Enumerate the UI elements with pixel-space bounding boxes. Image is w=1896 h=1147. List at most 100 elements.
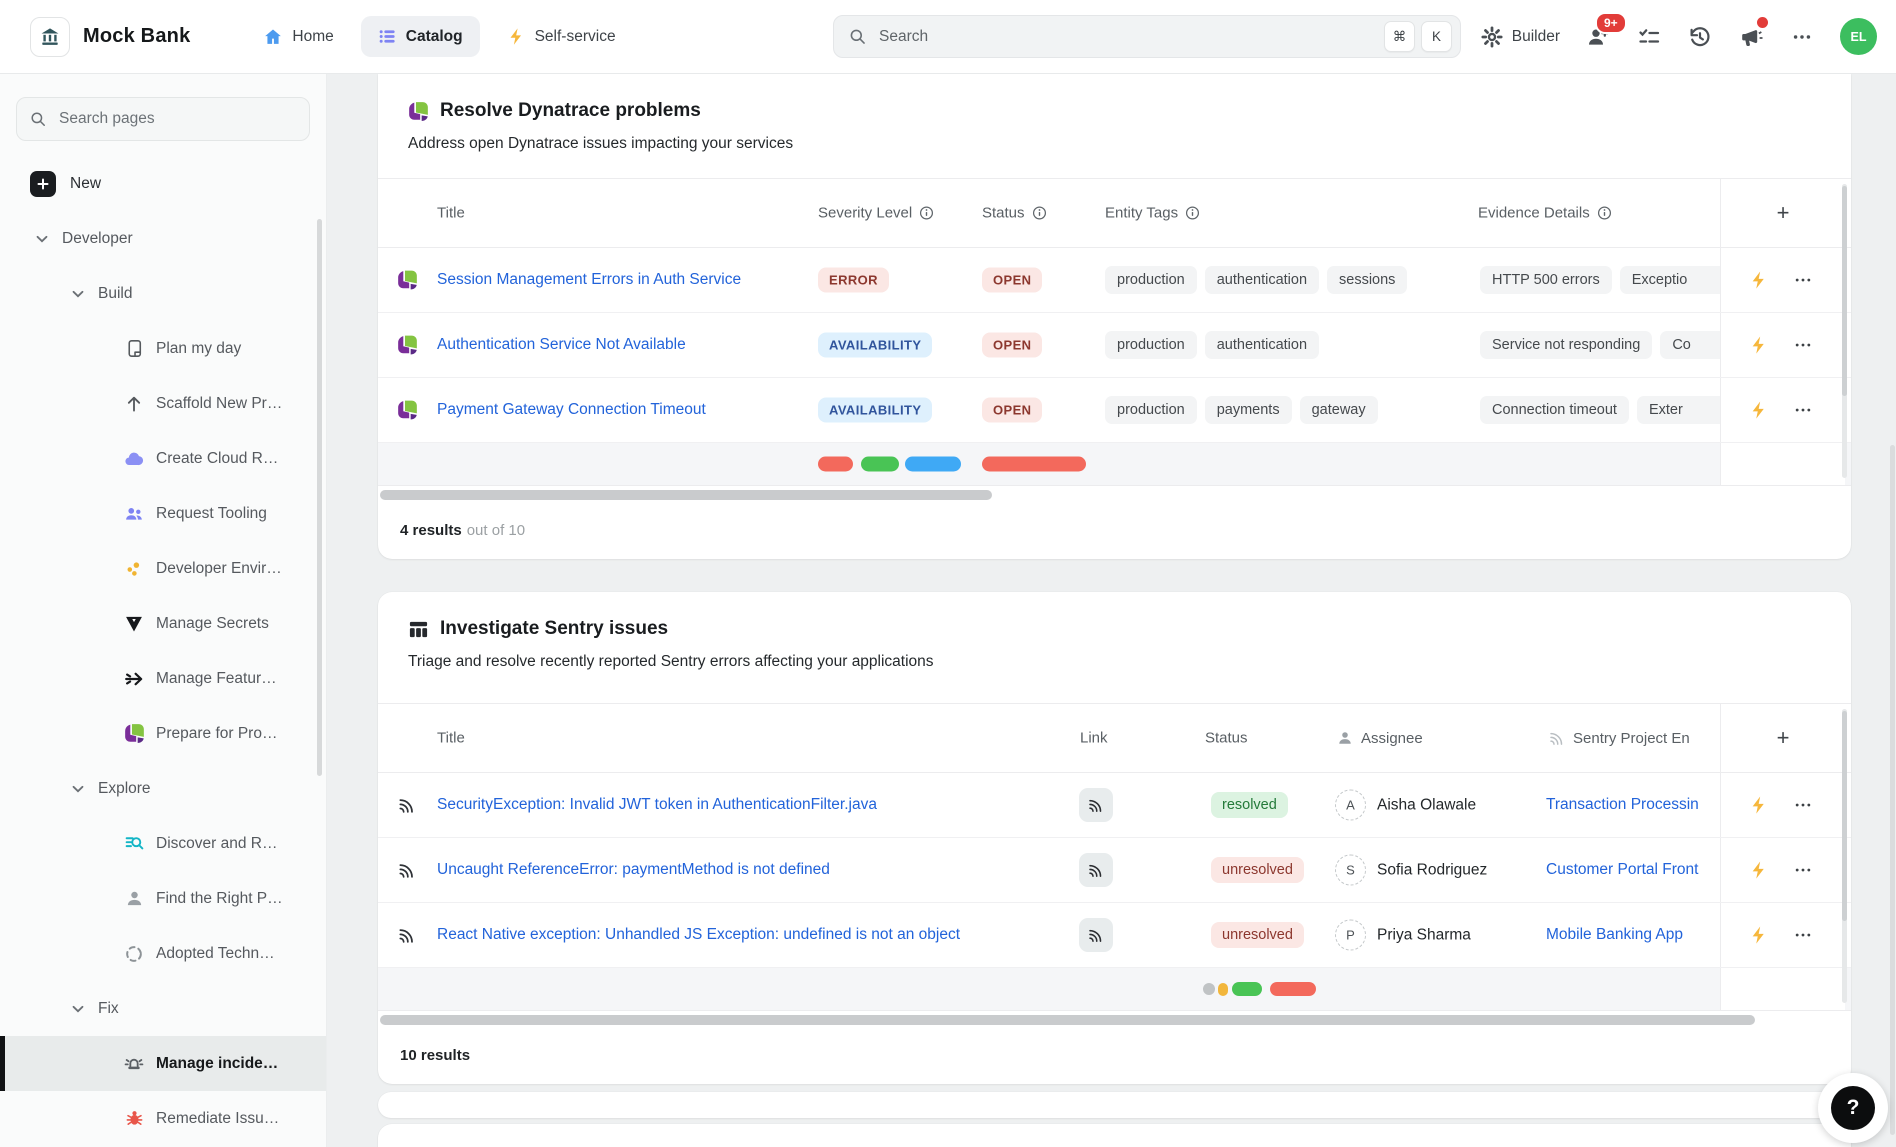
issue-title-link[interactable]: React Native exception: Unhandled JS Exc… (437, 926, 960, 943)
run-action-bolt-icon[interactable] (1749, 795, 1769, 815)
sidebar-item-scaffold-new-project[interactable]: Scaffold New Pr… (0, 376, 326, 431)
project-link[interactable]: Transaction Processin (1546, 796, 1699, 813)
user-avatar[interactable]: EL (1840, 18, 1877, 55)
sidebar-item-remediate-issues[interactable]: Remediate Issu… (0, 1091, 326, 1146)
table-row[interactable]: SecurityException: Invalid JWT token in … (378, 773, 1851, 838)
table-row[interactable]: Session Management Errors in Auth Servic… (378, 248, 1851, 313)
row-menu-icon[interactable] (1793, 335, 1813, 355)
run-action-bolt-icon[interactable] (1749, 925, 1769, 945)
sentry-link-button[interactable] (1079, 853, 1113, 887)
run-action-bolt-icon[interactable] (1749, 270, 1769, 290)
sidebar-search-input[interactable] (57, 109, 297, 129)
status-badge: OPEN (982, 398, 1042, 423)
next-widget-partial (378, 1092, 1851, 1118)
clipped-row-chips (818, 457, 1086, 472)
chevron-down-icon (36, 235, 48, 243)
sentry-icon (1548, 729, 1566, 747)
project-link[interactable]: Customer Portal Front (1546, 861, 1698, 878)
info-icon[interactable] (1185, 206, 1200, 221)
sidebar-item-prepare-for-production[interactable]: Prepare for Pro… (0, 706, 326, 761)
column-title[interactable]: Title (437, 205, 465, 222)
table-vertical-scrollbar-thumb[interactable] (1842, 186, 1847, 396)
sidebar-new-button[interactable]: New (0, 156, 326, 211)
column-evidence-details[interactable]: Evidence Details (1478, 205, 1590, 222)
sentry-link-button[interactable] (1079, 788, 1113, 822)
tasks-button[interactable] (1636, 24, 1662, 50)
sidebar-group-developer[interactable]: Developer (0, 211, 326, 266)
sidebar-item-developer-environments[interactable]: Developer Envir… (0, 541, 326, 596)
column-severity[interactable]: Severity Level (818, 205, 912, 222)
tasks-count-badge: 9+ (1595, 12, 1627, 34)
assignee-avatar: S (1335, 855, 1366, 886)
column-link[interactable]: Link (1080, 730, 1108, 747)
page-scrollbar[interactable] (1890, 445, 1895, 1135)
problem-title-link[interactable]: Session Management Errors in Auth Servic… (437, 271, 741, 288)
sidebar-search[interactable] (16, 97, 310, 141)
invite-user-button[interactable]: 9+ (1585, 24, 1611, 50)
row-menu-icon[interactable] (1793, 925, 1813, 945)
history-button[interactable] (1687, 24, 1713, 50)
problem-title-link[interactable]: Authentication Service Not Available (437, 336, 686, 353)
builder-button[interactable]: Builder (1481, 26, 1560, 48)
run-action-bolt-icon[interactable] (1749, 335, 1769, 355)
row-menu-icon[interactable] (1793, 270, 1813, 290)
add-column-button[interactable]: + (1720, 179, 1845, 247)
sidebar-group-explore[interactable]: Explore (0, 761, 326, 816)
sidebar-group-fix[interactable]: Fix (0, 981, 326, 1036)
sidebar-scrollbar[interactable] (317, 219, 322, 776)
sidebar-item-manage-secrets[interactable]: Manage Secrets (0, 596, 326, 651)
bug-icon (121, 1108, 147, 1129)
assignee-name: Aisha Olawale (1377, 796, 1476, 814)
row-menu-icon[interactable] (1793, 795, 1813, 815)
info-icon[interactable] (919, 206, 934, 221)
problem-title-link[interactable]: Payment Gateway Connection Timeout (437, 401, 706, 418)
run-action-bolt-icon[interactable] (1749, 400, 1769, 420)
column-entity-tags[interactable]: Entity Tags (1105, 205, 1178, 222)
info-icon[interactable] (1032, 206, 1047, 221)
sentry-icon (397, 795, 417, 815)
info-icon[interactable] (1597, 206, 1612, 221)
org-logo[interactable] (30, 17, 70, 57)
sidebar-item-find-the-right-person[interactable]: Find the Right P… (0, 871, 326, 926)
sidebar-item-manage-features[interactable]: Manage Featur… (0, 651, 326, 706)
run-action-bolt-icon[interactable] (1749, 860, 1769, 880)
results-total: out of 10 (467, 522, 525, 539)
sidebar-item-plan-my-day[interactable]: Plan my day (0, 321, 326, 376)
column-status[interactable]: Status (982, 205, 1025, 222)
column-title[interactable]: Title (437, 730, 465, 747)
global-search[interactable]: ⌘ K (833, 15, 1461, 58)
project-link[interactable]: Mobile Banking App (1546, 926, 1683, 943)
sidebar-item-create-cloud-resource[interactable]: Create Cloud R… (0, 431, 326, 486)
more-menu-button[interactable] (1789, 24, 1815, 50)
sidebar-item-request-tooling[interactable]: Request Tooling (0, 486, 326, 541)
issue-title-link[interactable]: Uncaught ReferenceError: paymentMethod i… (437, 861, 830, 878)
row-menu-icon[interactable] (1793, 860, 1813, 880)
sidebar-item-adopted-technologies[interactable]: Adopted Techn… (0, 926, 326, 981)
table-row[interactable]: Uncaught ReferenceError: paymentMethod i… (378, 838, 1851, 903)
sidebar-item-discover-and-research[interactable]: Discover and R… (0, 816, 326, 871)
row-actions (1720, 903, 1844, 967)
issue-title-link[interactable]: SecurityException: Invalid JWT token in … (437, 796, 877, 813)
nav-self-service[interactable]: Self-service (490, 16, 633, 57)
search-input[interactable] (877, 27, 1378, 47)
sidebar-group-build[interactable]: Build (0, 266, 326, 321)
table-row[interactable]: Authentication Service Not Available AVA… (378, 313, 1851, 378)
sentry-icon (397, 925, 417, 945)
row-menu-icon[interactable] (1793, 400, 1813, 420)
announcements-button[interactable] (1738, 24, 1764, 50)
chevron-down-icon (72, 785, 84, 793)
sidebar-item-manage-incidents[interactable]: Manage incide… (0, 1036, 326, 1091)
add-column-button[interactable]: + (1720, 704, 1845, 772)
nav-catalog[interactable]: Catalog (361, 16, 480, 57)
scrollbar-thumb[interactable] (380, 490, 992, 500)
column-assignee[interactable]: Assignee (1361, 730, 1423, 747)
table-row[interactable]: React Native exception: Unhandled JS Exc… (378, 903, 1851, 968)
table-vertical-scrollbar-thumb[interactable] (1842, 711, 1847, 921)
column-sentry-project[interactable]: Sentry Project En (1573, 730, 1690, 747)
table-row[interactable]: Payment Gateway Connection Timeout AVAIL… (378, 378, 1851, 443)
nav-home[interactable]: Home (246, 16, 350, 58)
help-button[interactable]: ? (1818, 1073, 1888, 1143)
scrollbar-thumb[interactable] (380, 1015, 1755, 1025)
sentry-link-button[interactable] (1079, 918, 1113, 952)
column-status[interactable]: Status (1205, 730, 1248, 747)
